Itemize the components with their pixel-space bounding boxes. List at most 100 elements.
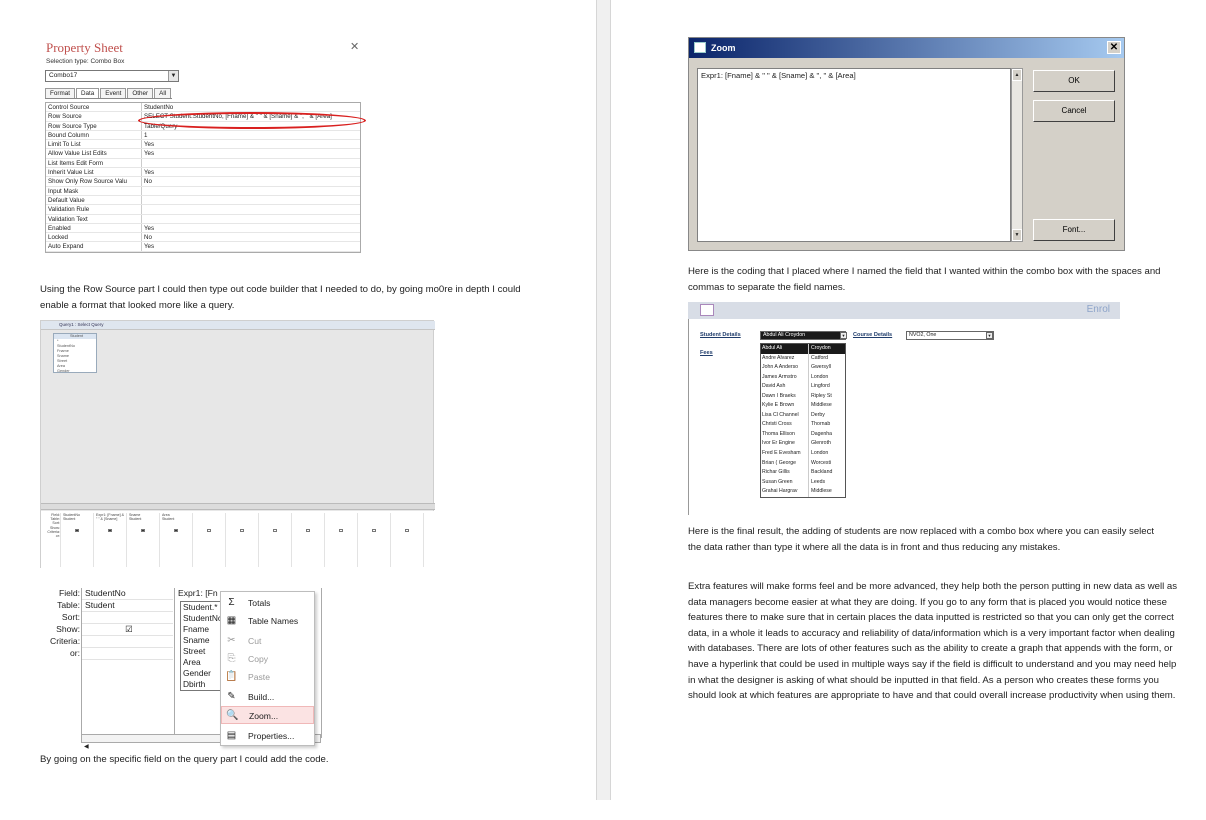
grid-column: StudentNo Student — [61, 513, 94, 567]
show-checkbox[interactable] — [339, 529, 343, 532]
menu-item-build[interactable]: ✎ Build... — [221, 688, 314, 706]
property-value[interactable]: No — [142, 177, 360, 185]
show-checkbox[interactable] — [306, 529, 310, 532]
table-cell[interactable]: Student — [160, 517, 192, 521]
property-value[interactable]: Yes — [142, 149, 360, 157]
list-item[interactable]: Richar Gillis Backland — [761, 468, 845, 478]
property-value[interactable]: Yes — [142, 242, 360, 250]
student-name: Abdul Ali — [761, 344, 809, 354]
fees-label[interactable]: Fees — [700, 350, 713, 356]
close-icon[interactable]: ✕ — [350, 40, 359, 53]
list-item[interactable]: Fred E Evesham London — [761, 449, 845, 459]
show-checkbox[interactable] — [75, 529, 79, 532]
list-item[interactable]: Lisa Cl Channel Derby — [761, 410, 845, 421]
show-checkbox[interactable] — [273, 529, 277, 532]
property-value[interactable] — [142, 187, 360, 195]
list-item[interactable]: James Armstro London — [761, 372, 845, 383]
property-value[interactable] — [142, 196, 360, 204]
dropdown-option[interactable]: StudentNo — [181, 613, 223, 624]
sort-cell[interactable] — [82, 612, 173, 624]
query-designer-screenshot: Query1 : Select Query Student * StudentNo F… — [40, 320, 435, 569]
show-checkbox[interactable] — [141, 529, 145, 532]
tab-other[interactable]: Other — [127, 88, 154, 98]
list-item[interactable]: Grahai Hargrav Middlese — [761, 487, 845, 497]
menu-item-zoom[interactable]: 🔍 Zoom... — [221, 706, 314, 724]
menu-item-table-names[interactable]: ▦ Table Names — [221, 612, 314, 630]
course-combo[interactable]: NVO2, One — [906, 331, 994, 340]
dropdown-option[interactable]: Sname — [181, 635, 223, 646]
field-cell[interactable]: StudentNo — [82, 588, 173, 600]
dropdown-option[interactable]: Student.* — [181, 602, 223, 613]
show-checkbox[interactable] — [405, 529, 409, 532]
menu-item-properties[interactable]: ▤ Properties... — [221, 727, 314, 745]
table-cell[interactable]: Student — [82, 600, 173, 612]
tab-all[interactable]: All — [154, 88, 172, 98]
chevron-down-icon[interactable]: ▼ — [986, 332, 993, 339]
cancel-button[interactable]: Cancel — [1033, 100, 1115, 122]
table-cell[interactable]: Student — [127, 517, 159, 521]
arrow-up-icon[interactable]: ▲ — [1012, 69, 1022, 81]
list-item[interactable]: Ivor Er Engine Glenroth — [761, 439, 845, 450]
vertical-scrollbar[interactable]: ▲ ▼ — [1011, 68, 1023, 242]
dropdown-option[interactable]: Dbirth — [181, 679, 223, 690]
show-checkbox[interactable] — [108, 529, 112, 532]
list-item[interactable]: Brian ( George Worcesti — [761, 458, 845, 469]
chevron-down-icon[interactable]: ▼ — [168, 71, 178, 81]
property-value[interactable] — [142, 159, 360, 167]
property-value[interactable] — [142, 215, 360, 223]
font-button[interactable]: Font... — [1033, 219, 1115, 241]
ok-button[interactable]: OK — [1033, 70, 1115, 92]
show-checkbox[interactable]: ☑ — [82, 624, 173, 636]
expression-textarea[interactable]: Expr1: [Fname] & " " & [Sname] & ", " & … — [697, 68, 1011, 242]
menu-item-paste[interactable]: 📋 Paste — [221, 668, 314, 686]
list-item[interactable]: David Ash Lingford — [761, 382, 845, 392]
dropdown-option[interactable]: Gender — [181, 668, 223, 679]
table-cell[interactable]: Student — [61, 517, 93, 521]
student-name: Thoma Ellison — [761, 429, 809, 440]
property-value[interactable]: 1 — [142, 131, 360, 139]
dropdown-option[interactable]: Fname — [181, 624, 223, 635]
show-checkbox[interactable] — [240, 529, 244, 532]
tab-data[interactable]: Data — [75, 88, 100, 98]
list-item[interactable]: Kylie E Brown Middlese — [761, 401, 845, 411]
show-checkbox[interactable] — [174, 529, 178, 532]
list-item[interactable]: John A Anderso Gwersyll — [761, 363, 845, 373]
dropdown-option[interactable]: Area — [181, 657, 223, 668]
dropdown-option[interactable]: Street — [181, 646, 223, 657]
list-item[interactable]: Thoma Ellison Dagenha — [761, 429, 845, 440]
student-dropdown-list[interactable]: Abdul Ali Croydon Andre Alvarez Catford John… — [760, 343, 846, 498]
splitter[interactable] — [41, 503, 435, 510]
property-value[interactable]: Yes — [142, 140, 360, 148]
or-cell[interactable] — [82, 648, 173, 660]
property-name: Validation Rule — [46, 205, 142, 214]
show-checkbox[interactable] — [207, 529, 211, 532]
list-item[interactable]: Dawn I Braeks Ripley St — [761, 391, 845, 402]
menu-item-totals[interactable]: Σ Totals — [221, 594, 314, 612]
property-name: Auto Expand — [46, 242, 142, 251]
object-selector[interactable]: Combo17 ▼ — [45, 70, 179, 82]
show-checkbox[interactable] — [372, 529, 376, 532]
list-item[interactable]: Andre Alvarez Catford — [761, 353, 845, 364]
criteria-cell[interactable] — [82, 636, 173, 648]
chevron-left-icon[interactable]: ◀ — [82, 744, 89, 750]
list-item[interactable]: Susan Green Leeds — [761, 477, 845, 488]
close-icon[interactable]: ✕ — [1107, 41, 1121, 54]
tab-event[interactable]: Event — [100, 88, 127, 98]
property-value[interactable] — [142, 205, 360, 213]
student-combo[interactable]: Abdul Ali Croydon — [760, 331, 846, 340]
list-item[interactable]: Abdul Ali Croydon — [761, 344, 845, 354]
property-value[interactable]: Yes — [142, 224, 360, 232]
property-value[interactable]: No — [142, 233, 360, 241]
field-dropdown-list[interactable]: Student.* StudentNo Fname Sname Street Area Ge… — [180, 601, 224, 691]
tab-format[interactable]: Format — [45, 88, 75, 98]
menu-item-copy[interactable]: ⎘ Copy — [221, 650, 314, 668]
field-cell[interactable]: Expr1: [Fname] & " " & [Sname] — [94, 513, 126, 521]
list-item[interactable]: Christi Cross Thornab — [761, 420, 845, 430]
menu-item-cut[interactable]: ✂ Cut — [221, 632, 314, 650]
table-field[interactable]: Gender — [54, 369, 96, 374]
chevron-down-icon[interactable]: ▼ — [840, 332, 847, 339]
object-selector-value: Combo17 — [49, 72, 78, 79]
arrow-down-icon[interactable]: ▼ — [1012, 229, 1022, 241]
property-value[interactable]: StudentNo — [142, 103, 360, 111]
property-value[interactable]: Yes — [142, 168, 360, 176]
